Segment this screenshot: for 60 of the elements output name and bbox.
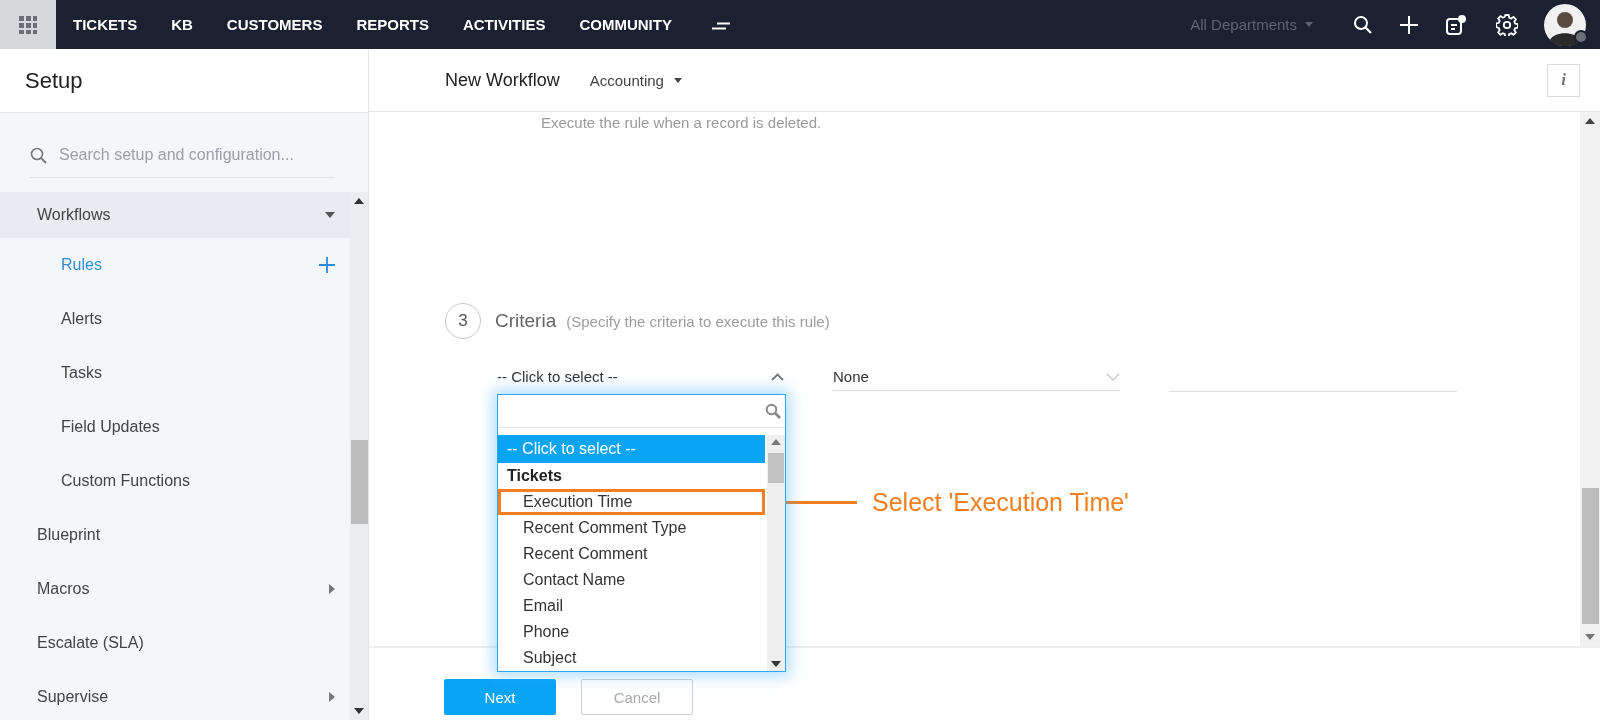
chevron-up-icon — [771, 372, 784, 381]
caret-right-icon[interactable] — [329, 584, 335, 594]
department-dropdown[interactable]: Accounting — [589, 71, 682, 89]
notes-icon[interactable] — [1446, 14, 1468, 35]
search-icon — [30, 146, 47, 164]
nav-tab[interactable]: KB — [154, 0, 210, 49]
scroll-down-icon[interactable] — [771, 661, 781, 667]
scroll-up-icon[interactable] — [1585, 118, 1595, 124]
scroll-down-icon[interactable] — [354, 708, 364, 714]
add-icon[interactable] — [1400, 15, 1418, 34]
settings-icon[interactable] — [1496, 13, 1518, 36]
sidebar-subitem[interactable]: Field Updates — [61, 418, 160, 436]
add-rule-icon[interactable] — [319, 257, 335, 273]
page-title: New Workflow — [445, 69, 560, 91]
sidebar-item[interactable]: Macros — [37, 580, 90, 598]
scrollbar[interactable] — [350, 192, 368, 720]
sidebar-item[interactable]: Blueprint — [37, 526, 101, 544]
sidebar-subitem[interactable]: Tasks — [61, 364, 102, 382]
nav-tab[interactable]: COMMUNITY — [562, 0, 689, 49]
option-group-label: Tickets — [506, 466, 563, 486]
nav-tab[interactable]: CUSTOMERS — [209, 0, 340, 49]
scroll-up-icon[interactable] — [354, 198, 364, 204]
dropdown-option[interactable]: Recent Comment — [498, 541, 765, 567]
user-avatar[interactable] — [1544, 3, 1586, 46]
search-icon[interactable] — [1353, 15, 1372, 34]
dropdown-option[interactable]: Email — [498, 593, 765, 619]
scrollbar-thumb[interactable] — [768, 453, 784, 483]
nav-tab[interactable]: REPORTS — [339, 0, 446, 49]
caret-down-icon[interactable] — [325, 212, 335, 218]
annotation-text: Select 'Execution Time' — [872, 488, 1129, 517]
sidebar-subitem[interactable]: Custom Functions — [61, 472, 190, 490]
caret-down-icon — [1305, 22, 1313, 27]
dropdown-option[interactable]: Phone — [498, 619, 765, 645]
description-text: Execute the rule when a record is deleted. — [541, 114, 822, 131]
search-icon — [765, 403, 781, 419]
nav-tab[interactable]: ACTIVITIES — [445, 0, 563, 49]
section-title: Criteria — [495, 310, 557, 332]
nav-tab[interactable]: TICKETS — [56, 0, 155, 49]
info-button[interactable]: i — [1547, 63, 1580, 97]
scrollbar-thumb[interactable] — [350, 440, 368, 524]
chevron-down-icon — [1106, 372, 1120, 381]
scrollbar[interactable] — [1580, 112, 1600, 646]
caret-right-icon[interactable] — [329, 692, 335, 702]
dropdown-option[interactable]: Recent Comment Type — [498, 515, 765, 541]
sidebar-subitem[interactable]: Alerts — [61, 310, 102, 328]
caret-down-icon — [673, 77, 682, 83]
field-select[interactable]: -- Click to select -- — [497, 363, 784, 391]
scrollbar-thumb[interactable] — [1581, 488, 1599, 624]
sidebar-item[interactable]: Workflows — [37, 206, 111, 224]
sidebar-title: Setup — [25, 67, 83, 94]
operator-select[interactable]: None — [833, 363, 1120, 391]
search-field[interactable]: Search setup and configuration... — [59, 146, 335, 164]
sidebar-item[interactable]: Supervise — [37, 688, 109, 706]
scrollbar[interactable] — [767, 435, 785, 671]
dropdown-option[interactable]: Execution Time — [498, 489, 765, 515]
sidebar-item[interactable]: Escalate (SLA) — [37, 634, 144, 652]
dropdown-option[interactable]: Contact Name — [498, 567, 765, 593]
dropdown-option[interactable]: Subject — [498, 645, 765, 671]
apps-grid-icon[interactable] — [0, 0, 56, 49]
section-hint: (Specify the criteria to execute this rule) — [566, 312, 830, 330]
